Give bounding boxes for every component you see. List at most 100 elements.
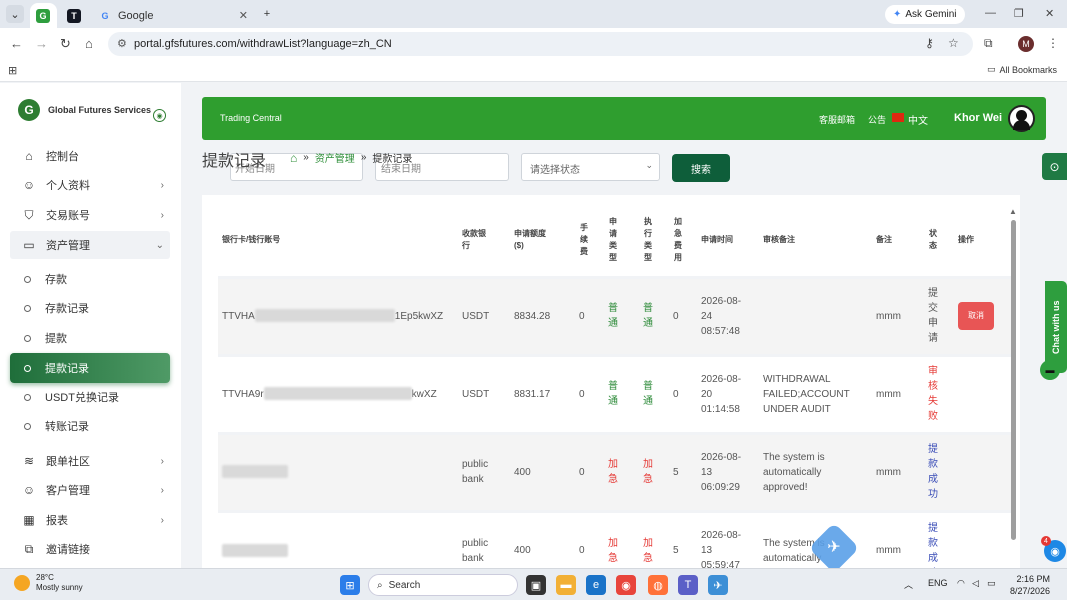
sidebar-subitem-transfer-records[interactable]: 转账记录 [10, 412, 170, 440]
sidebar-item-reports[interactable]: ▦ 报表 › [10, 506, 170, 534]
sidebar-item-client-management[interactable]: ☺ 客户管理 › [10, 476, 170, 504]
profile-avatar[interactable]: M [1018, 36, 1034, 52]
add-user-icon: ☺ [22, 483, 36, 497]
trading-central-link[interactable]: Trading Central [220, 113, 282, 123]
cell-review: WITHDRAWAL FAILED;ACCOUNT UNDER AUDIT [759, 353, 872, 433]
home-icon[interactable]: ⌂ [290, 151, 297, 165]
table-scrollbar[interactable] [1011, 220, 1016, 540]
tray-chevron-icon[interactable]: ︿ [904, 578, 913, 591]
apps-grid-icon[interactable]: ⊞ [8, 64, 17, 77]
bird-assistant-icon[interactable]: ✈ [808, 522, 860, 574]
logo[interactable]: G Global Futures Services [18, 99, 151, 121]
firefox-icon[interactable]: ◍ [648, 575, 668, 595]
clock[interactable]: 2:16 PM 8/27/2026 [1010, 573, 1050, 597]
teams-icon[interactable]: T [678, 575, 698, 595]
sidebar-subitem-deposit-records[interactable]: 存款记录 [10, 294, 170, 322]
sidebar-item-asset-management[interactable]: ▭ 资产管理 ⌄ [10, 231, 170, 259]
username[interactable]: Khor Wei [954, 112, 1002, 124]
close-icon[interactable]: ✕ [239, 9, 248, 22]
exec-type-text: 普通 [643, 303, 653, 329]
exec-type-text: 加急 [643, 459, 653, 485]
home-browser-icon[interactable]: ⌂ [85, 36, 93, 51]
star-icon[interactable]: ☆ [948, 36, 959, 50]
col-action: 操作 [958, 235, 974, 245]
volume-icon[interactable]: ◁ [972, 578, 979, 589]
col-remark: 备注 [876, 235, 892, 245]
table-row: public bank 400 0 加急 加急 5 2026-08-13 06:… [218, 431, 1011, 511]
apply-type-text: 普通 [608, 303, 618, 329]
all-bookmarks[interactable]: ▭ All Bookmarks [987, 64, 1057, 75]
side-drawer-toggle-icon[interactable]: ⊙ [1042, 153, 1067, 180]
wifi-icon[interactable]: ◠ [957, 578, 965, 589]
tab-tradingview[interactable]: T [60, 3, 88, 28]
breadcrumb: ⌂ » 资产管理 » 提款记录 [290, 150, 412, 166]
window-close-icon[interactable]: ✕ [1045, 7, 1054, 20]
col-fee-label: 手续费 [580, 223, 588, 257]
copy-icon: ⧉ [24, 541, 34, 556]
language-switcher[interactable]: 中文 [908, 112, 928, 127]
chat-bubble-icon[interactable]: ▬ [1040, 360, 1060, 380]
sidebar-item-label: 客户管理 [46, 485, 90, 497]
chevron-right-icon: › [160, 484, 164, 496]
cancel-button[interactable]: 取消 [958, 302, 994, 330]
col-exec-type-label: 执行类型 [644, 217, 652, 263]
edge-icon[interactable]: e [586, 575, 606, 595]
support-mail-link[interactable]: 客服邮箱 [819, 113, 855, 126]
collapse-toggle-icon[interactable]: ◉ [153, 109, 166, 122]
tab-google[interactable]: G Google ✕ [92, 3, 254, 28]
sidebar-item-trading-account[interactable]: ⛉ 交易账号 › [10, 201, 170, 229]
input-language[interactable]: ENG [928, 578, 948, 588]
task-view-icon[interactable]: ▣ [526, 575, 546, 595]
weather-widget[interactable]: 28°C Mostly sunny [14, 573, 83, 593]
menu-icon[interactable]: ⋮ [1047, 36, 1059, 50]
sidebar-subitem-withdraw-records[interactable]: 提款记录 [10, 353, 170, 383]
table-row: public bank 400 0 加急 加急 5 2026-08-13 05:… [218, 509, 1011, 568]
windows-taskbar: 28°C Mostly sunny ⊞ ⌕ Search ▣ ▬ e ◉ ◍ T… [0, 568, 1067, 600]
sidebar-subitem-deposit[interactable]: 存款 [10, 265, 170, 293]
card-icon: ▭ [23, 238, 35, 252]
sidebar-item-invite-link[interactable]: ⧉ 邀请链接 [10, 535, 170, 563]
taskbar-search-label: Search [388, 579, 421, 591]
ask-gemini-button[interactable]: ✦ Ask Gemini [885, 5, 965, 24]
cell-account: TTVHA 1Ep5kwXZ [218, 275, 458, 355]
bullet-icon [24, 393, 31, 401]
site-info-icon[interactable]: ⚙ [117, 37, 127, 50]
app-bird-icon[interactable]: ✈ [708, 575, 728, 595]
breadcrumb-asset-management[interactable]: 资产管理 [315, 150, 355, 165]
restore-icon[interactable]: ❐ [1014, 7, 1024, 20]
tab-app[interactable]: G [30, 3, 57, 28]
sidebar-item-profile[interactable]: ☺ 个人资料 › [10, 171, 170, 199]
sidebar-item-dashboard[interactable]: ⌂ 控制台 [10, 142, 170, 170]
sidebar: G Global Futures Services ◉ ⌂ 控制台 ☺ 个人资料… [0, 83, 181, 568]
battery-icon[interactable]: ▭ [987, 578, 996, 589]
sidebar-subitem-usdt-exchange[interactable]: USDT兑换记录 [10, 383, 170, 411]
sidebar-item-copy-trading[interactable]: ≋ 跟单社区 › [10, 447, 170, 475]
cell-remark: mmm [872, 275, 924, 355]
layers-icon: ≋ [23, 454, 35, 468]
sidebar-subitem-withdraw[interactable]: 提款 [10, 324, 170, 352]
scroll-up-icon[interactable]: ▲ [1009, 207, 1017, 216]
extensions-icon[interactable]: ⧉ [984, 36, 993, 51]
col-amount-label: 申请额度($) [514, 229, 546, 251]
notification-badge: 4 [1041, 536, 1051, 546]
reload-icon[interactable]: ↻ [60, 36, 71, 52]
user-avatar[interactable] [1008, 105, 1035, 132]
tab-search-icon[interactable]: ⌄ [6, 5, 24, 23]
cell-action [954, 353, 1011, 433]
chrome-icon[interactable]: ◉ [616, 575, 636, 595]
back-icon[interactable]: ← [10, 36, 23, 51]
search-button[interactable]: 搜索 [672, 154, 730, 182]
breadcrumb-separator: » [303, 152, 309, 163]
taskbar-search[interactable]: ⌕ Search [368, 574, 518, 596]
status-select[interactable]: 请选择状态 ⌄ [521, 153, 660, 181]
address-bar[interactable]: ⚙ portal.gfsfutures.com/withdrawList?lan… [108, 32, 973, 56]
key-icon[interactable]: ⚷ [925, 36, 934, 50]
forward-icon[interactable]: → [35, 36, 48, 51]
url-text: portal.gfsfutures.com/withdrawList?langu… [134, 38, 392, 50]
file-explorer-icon[interactable]: ▬ [556, 575, 576, 595]
apply-type-text: 加急 [608, 537, 618, 564]
windows-start-icon[interactable]: ⊞ [340, 575, 360, 595]
announcement-link[interactable]: 公告 [868, 113, 886, 126]
new-tab-icon[interactable]: + [258, 5, 276, 23]
minimize-icon[interactable]: — [985, 7, 996, 19]
